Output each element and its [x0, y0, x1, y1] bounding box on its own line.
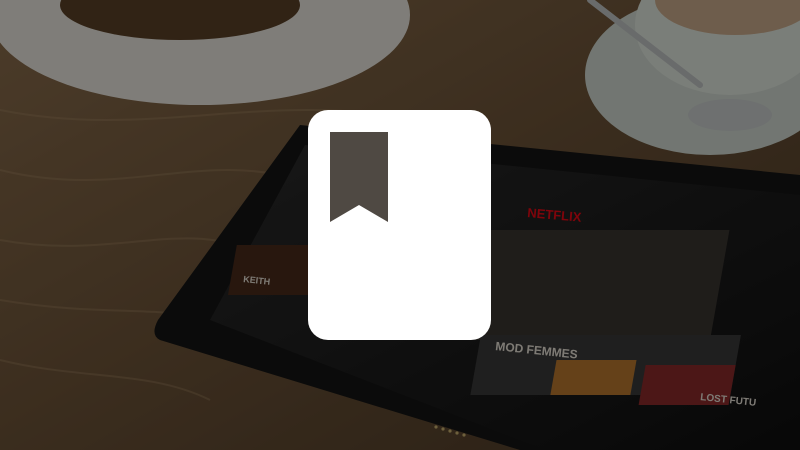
bookmark-document-icon	[308, 110, 491, 340]
